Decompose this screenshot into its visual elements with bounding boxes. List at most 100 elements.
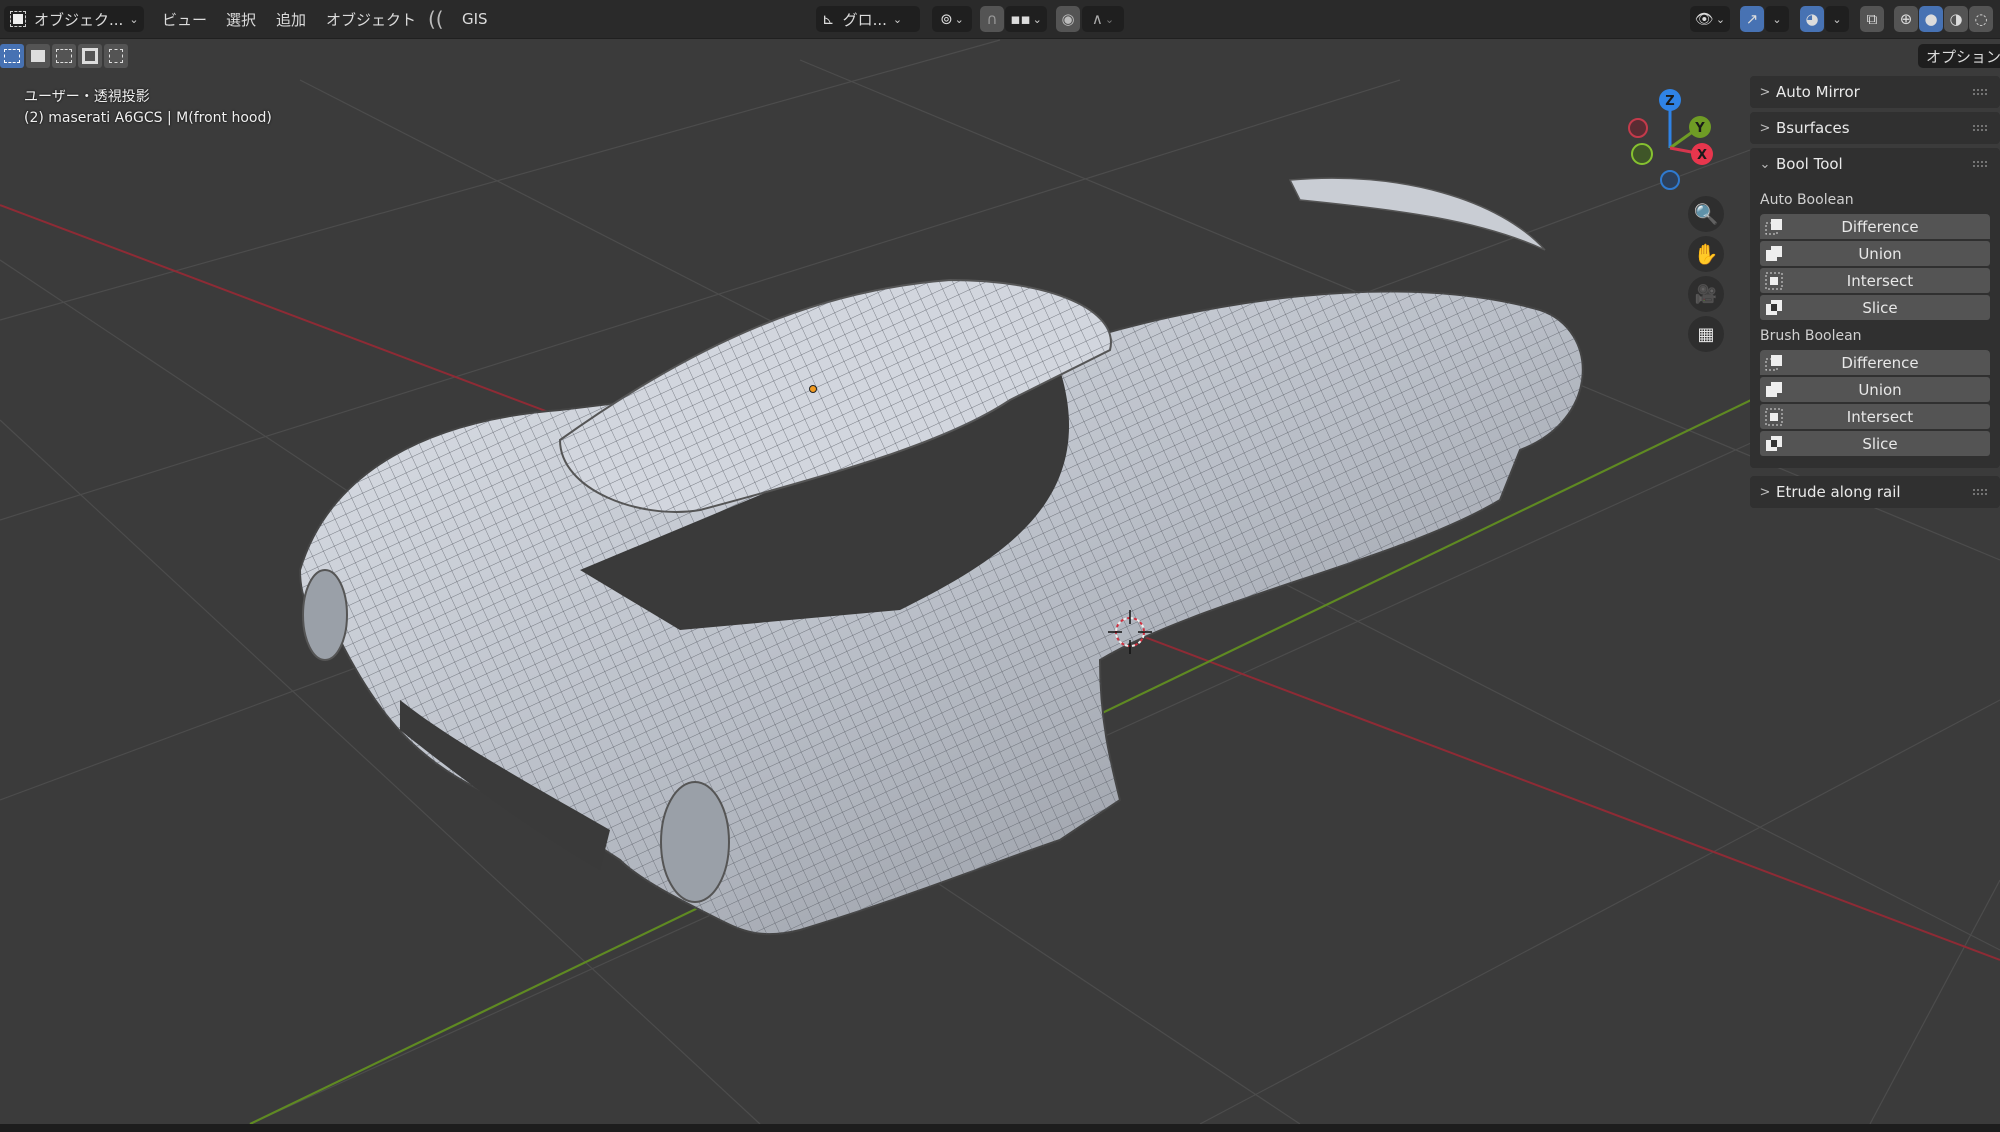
drag-grip-icon[interactable] (1972, 160, 1988, 168)
xray-toggle[interactable]: ⧉ (1860, 6, 1884, 32)
menu-gis[interactable]: GIS (462, 6, 488, 32)
brush-union-button[interactable]: Union (1760, 377, 1990, 402)
brush-intersect-button[interactable]: Intersect (1760, 404, 1990, 429)
falloff-dropdown[interactable]: ∧ ⌄ (1082, 6, 1124, 32)
button-label: Difference (1841, 217, 1919, 236)
boolean-intersect-icon (1765, 408, 1783, 426)
select-invert-icon (82, 48, 98, 64)
panel-title: Etrude along rail (1776, 483, 1901, 501)
auto-intersect-button[interactable]: Intersect (1760, 268, 1990, 293)
button-label: Intersect (1846, 271, 1914, 290)
brush-difference-button[interactable]: Difference (1760, 350, 1990, 375)
snap-magnet-icon: ∩ (986, 10, 998, 28)
drag-grip-icon[interactable] (1972, 488, 1988, 496)
mode-selector[interactable]: オブジェク... ⌄ (4, 6, 144, 32)
proportional-editing-toggle[interactable]: ◉ (1056, 6, 1080, 32)
panel-title: Bool Tool (1776, 155, 1843, 173)
rendered-shading-icon: ◌ (1974, 10, 1988, 28)
svg-text:X: X (1697, 148, 1707, 163)
button-label: Intersect (1846, 407, 1914, 426)
brush-boolean-label: Brush Boolean (1760, 328, 1862, 344)
gizmo-toggle[interactable]: ↗ (1740, 6, 1764, 32)
chevron-down-icon: ⌄ (892, 12, 903, 26)
auto-union-button[interactable]: Union (1760, 241, 1990, 266)
button-label: Slice (1862, 298, 1898, 317)
button-label: Difference (1841, 353, 1919, 372)
auto-slice-button[interactable]: Slice (1760, 295, 1990, 320)
panel-etrude-along-rail[interactable]: > Etrude along rail (1750, 476, 2000, 508)
navigation-gizmo[interactable]: Z Y X (1620, 88, 1720, 198)
object-visibility-icon: 👁 (1694, 10, 1714, 28)
shading-material-button[interactable]: ◑ (1944, 6, 1968, 32)
pan-button[interactable]: ✋ (1688, 236, 1724, 272)
select-extend-button[interactable] (26, 44, 50, 68)
visibility-dropdown[interactable]: 👁 ⌄ (1690, 6, 1730, 32)
menu-object[interactable]: オブジェクト (326, 6, 416, 32)
transform-orientation-dropdown[interactable]: ⊾ グロ... ⌄ (816, 6, 920, 32)
ortho-toggle-button[interactable]: ▦ (1688, 316, 1724, 352)
object-origin (809, 385, 817, 393)
ortho-grid-icon: ▦ (1697, 323, 1715, 345)
zoom-button[interactable]: 🔍 (1688, 196, 1724, 232)
object-mode-icon (10, 11, 26, 27)
auto-boolean-label: Auto Boolean (1760, 192, 1854, 208)
svg-text:Y: Y (1694, 121, 1705, 136)
boolean-difference-icon (1765, 219, 1782, 235)
drag-grip-icon[interactable] (1972, 124, 1988, 132)
panel-title: Auto Mirror (1776, 83, 1860, 101)
pivot-point-dropdown[interactable]: ⊚ ⌄ (932, 6, 972, 32)
select-intersect-button[interactable] (104, 44, 128, 68)
select-subtract-button[interactable] (52, 44, 76, 68)
select-extend-icon (31, 50, 45, 62)
select-mode-toolbar (0, 44, 128, 70)
button-label: Slice (1862, 434, 1898, 453)
select-subtract-icon (56, 49, 72, 63)
gis-addon-icon: (( (428, 7, 444, 31)
camera-view-button[interactable]: 🎥 (1688, 276, 1724, 312)
chevron-right-icon: > (1759, 484, 1771, 500)
button-label: Union (1858, 244, 1902, 263)
shading-rendered-button[interactable]: ◌ (1969, 6, 1993, 32)
snap-toggle[interactable]: ∩ (980, 6, 1004, 32)
gizmo-dropdown[interactable]: ⌄ (1765, 6, 1789, 32)
camera-view-icon: 🎥 (1694, 283, 1718, 305)
status-bar (0, 1124, 2000, 1132)
wireframe-shading-icon: ⊕ (1899, 10, 1913, 28)
shading-wireframe-button[interactable]: ⊕ (1894, 6, 1918, 32)
chevron-down-icon: ⌄ (954, 12, 964, 26)
button-label: Union (1858, 380, 1902, 399)
menu-add[interactable]: 追加 (276, 6, 306, 32)
pivot-point-icon: ⊚ (940, 10, 953, 28)
options-button[interactable]: オプション (1918, 44, 2000, 68)
shading-solid-button[interactable]: ● (1919, 6, 1943, 32)
menu-select[interactable]: 選択 (226, 6, 256, 32)
brush-slice-button[interactable]: Slice (1760, 431, 1990, 456)
panel-auto-mirror[interactable]: > Auto Mirror (1750, 76, 2000, 108)
overlay-toggle[interactable]: ◕ (1800, 6, 1824, 32)
auto-difference-button[interactable]: Difference (1760, 214, 1990, 239)
svg-text:Z: Z (1665, 94, 1674, 109)
gizmo-x-axis: X (1691, 143, 1713, 165)
select-new-button[interactable] (0, 44, 24, 68)
transform-orientation-label: グロ... (842, 10, 887, 29)
select-invert-button[interactable] (78, 44, 102, 68)
object-info: (2) maserati A6GCS | M(front hood) (24, 110, 272, 126)
boolean-slice-icon (1766, 300, 1782, 315)
boolean-union-icon (1766, 246, 1782, 261)
snap-increment-icon: ▪▪ (1010, 10, 1031, 28)
panel-bsurfaces[interactable]: > Bsurfaces (1750, 112, 2000, 144)
chevron-right-icon: > (1759, 120, 1771, 136)
proportional-editing-icon: ◉ (1061, 10, 1075, 28)
panel-bool-tool[interactable]: ⌄ Bool Tool (1750, 148, 2000, 180)
overlay-dropdown[interactable]: ⌄ (1825, 6, 1849, 32)
chevron-right-icon: > (1759, 84, 1771, 100)
overlay-toggle-icon: ◕ (1805, 10, 1819, 28)
chevron-down-icon: ⌄ (1715, 12, 1726, 26)
boolean-intersect-icon (1765, 272, 1783, 290)
gizmo-neg-y (1631, 143, 1653, 165)
drag-grip-icon[interactable] (1972, 88, 1988, 96)
gizmo-neg-x (1628, 118, 1648, 138)
bool-tool-body: Auto Boolean Difference Union Intersect … (1750, 178, 2000, 468)
menu-view[interactable]: ビュー (162, 6, 207, 32)
snap-target-dropdown[interactable]: ▪▪ ⌄ (1005, 6, 1047, 32)
